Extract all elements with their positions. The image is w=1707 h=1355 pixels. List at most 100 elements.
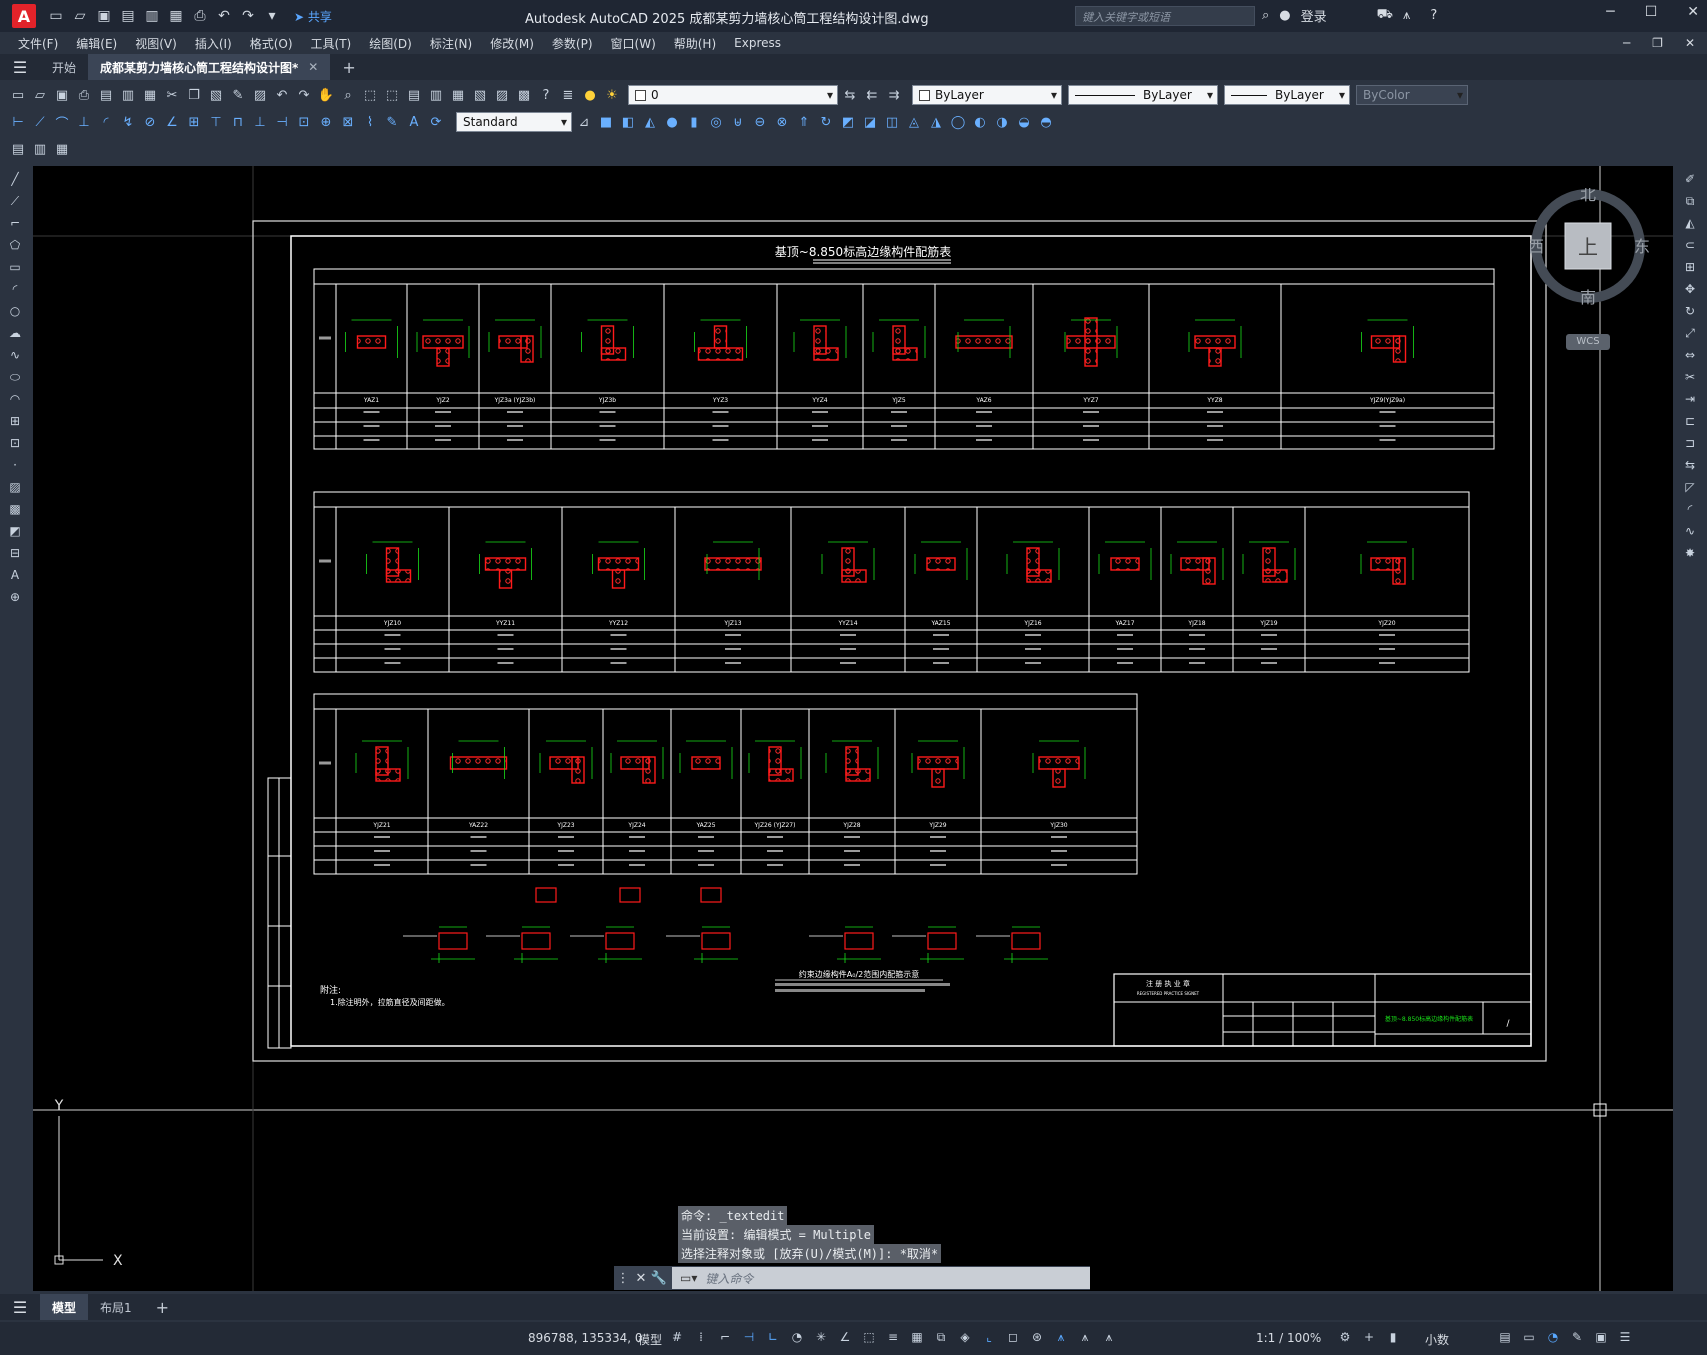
text-edit-icon[interactable]: ▥: [30, 139, 50, 159]
command-input[interactable]: ▭▾ 键入命令: [672, 1267, 1090, 1289]
layer-properties-icon[interactable]: ≣: [558, 85, 578, 105]
polyline-icon[interactable]: ⌐: [5, 214, 25, 232]
properties-icon[interactable]: ▤: [404, 85, 424, 105]
zoom-previous-icon[interactable]: ⬚: [382, 85, 402, 105]
menu-draw[interactable]: 绘图(D): [369, 35, 412, 52]
viewcube[interactable]: 上 北 南 东 西 WCS: [1528, 185, 1650, 350]
trim-icon[interactable]: ✂: [1680, 368, 1700, 386]
dimstyle-manager-icon[interactable]: ⊿: [574, 112, 594, 132]
new-file-icon[interactable]: ▭: [46, 6, 66, 26]
dimbreak-icon[interactable]: ⊣: [272, 112, 292, 132]
sheet-set-icon[interactable]: ▧: [470, 85, 490, 105]
object-snap-tracking-icon[interactable]: ∠: [836, 1328, 854, 1346]
isolate-objects-icon[interactable]: ◔: [1544, 1328, 1562, 1346]
diameter-icon[interactable]: ⊘: [140, 112, 160, 132]
radius-icon[interactable]: ◜: [96, 112, 116, 132]
chamfer-icon[interactable]: ◸: [1680, 478, 1700, 496]
layer-dropdown[interactable]: 0: [628, 85, 838, 105]
ordinate-icon[interactable]: ⊥: [74, 112, 94, 132]
zoom-window-icon[interactable]: ⬚: [360, 85, 380, 105]
linetype-dropdown[interactable]: ByLayer: [1068, 85, 1218, 105]
doc-minimize-icon[interactable]: ─: [1623, 36, 1630, 50]
viewcube-north[interactable]: 北: [1580, 185, 1596, 204]
circle-icon[interactable]: ○: [5, 302, 25, 320]
point-icon[interactable]: ·: [5, 456, 25, 474]
orbit-icon[interactable]: ◒: [1014, 112, 1034, 132]
tab-document[interactable]: 成都某剪力墙核心筒工程结构设计图* ✕: [88, 54, 331, 80]
mtext-icon[interactable]: A: [5, 566, 25, 584]
construction-line-icon[interactable]: ⟋: [5, 192, 25, 210]
subtract-icon[interactable]: ⊖: [750, 112, 770, 132]
user-icon[interactable]: ●: [1279, 8, 1290, 23]
tab-model[interactable]: 模型: [40, 1294, 89, 1320]
share-button[interactable]: ➤ 共享: [294, 8, 332, 25]
menu-icon[interactable]: ☰: [0, 58, 40, 77]
setup-drawing-icon[interactable]: ◬: [904, 112, 924, 132]
rectangle-icon[interactable]: ▭: [5, 258, 25, 276]
jogged-linear-icon[interactable]: ⌇: [360, 112, 380, 132]
explode-icon[interactable]: ✸: [1680, 544, 1700, 562]
interfere-icon[interactable]: ◫: [882, 112, 902, 132]
table-icon[interactable]: ▤: [8, 139, 28, 159]
save-icon[interactable]: ▣: [52, 85, 72, 105]
search-input[interactable]: 键入关键字或短语: [1075, 6, 1255, 26]
torus-icon[interactable]: ◎: [706, 112, 726, 132]
save-as-icon[interactable]: ▤: [118, 6, 138, 26]
snap-icon[interactable]: ⁞: [692, 1328, 710, 1346]
sphere-icon[interactable]: ●: [662, 112, 682, 132]
menu-window[interactable]: 窗口(W): [611, 35, 656, 52]
plot-icon[interactable]: ▦: [166, 6, 186, 26]
chevron-down-icon[interactable]: ▾: [262, 6, 282, 26]
menu-view[interactable]: 视图(V): [135, 35, 177, 52]
open-icon[interactable]: ▱: [30, 85, 50, 105]
linear-dim-icon[interactable]: ⊢: [8, 112, 28, 132]
layer-walk-icon[interactable]: ▦: [52, 139, 72, 159]
autodesk-app-icon[interactable]: ⩚: [1403, 8, 1410, 23]
spline-icon[interactable]: ∿: [5, 346, 25, 364]
wedge-icon[interactable]: ◧: [618, 112, 638, 132]
workspace-gear-icon[interactable]: ⚙: [1336, 1328, 1354, 1346]
union-icon[interactable]: ⊎: [728, 112, 748, 132]
print-icon[interactable]: ⎙: [190, 6, 210, 26]
tolerance-icon[interactable]: ⊡: [294, 112, 314, 132]
drag-handle-icon[interactable]: ⋮: [614, 1271, 632, 1286]
join-icon[interactable]: ⇆: [1680, 456, 1700, 474]
3d-osnap-icon[interactable]: ◈: [956, 1328, 974, 1346]
plotstyle-dropdown[interactable]: ByColor: [1356, 85, 1468, 105]
break-at-point-icon[interactable]: ⊏: [1680, 412, 1700, 430]
stretch-icon[interactable]: ⇔: [1680, 346, 1700, 364]
offset-icon[interactable]: ⊂: [1680, 236, 1700, 254]
array-icon[interactable]: ⊞: [1680, 258, 1700, 276]
zoom-realtime-icon[interactable]: ⌕: [338, 85, 358, 105]
viewcube-top[interactable]: 上: [1578, 235, 1598, 259]
selection-cycling-icon[interactable]: ⧉: [932, 1328, 950, 1346]
ellipse-arc-icon[interactable]: ◠: [5, 390, 25, 408]
block-editor-icon[interactable]: ▨: [250, 85, 270, 105]
wcs-button[interactable]: WCS: [1566, 334, 1610, 350]
fillet-icon[interactable]: ◜: [1680, 500, 1700, 518]
grid-icon[interactable]: #: [668, 1328, 686, 1346]
rotate-icon[interactable]: ↻: [1680, 302, 1700, 320]
make-block-icon[interactable]: ⊡: [5, 434, 25, 452]
scale-icon[interactable]: ⤢: [1680, 324, 1700, 342]
lock-ui-icon[interactable]: ▭: [1520, 1328, 1538, 1346]
walk-icon[interactable]: ◓: [1036, 112, 1056, 132]
qnew-icon[interactable]: ▭: [8, 85, 28, 105]
ellipse-icon[interactable]: ⬭: [5, 368, 25, 386]
annotation-scale-icon[interactable]: ⩚: [1100, 1328, 1118, 1346]
cone-icon[interactable]: ◭: [640, 112, 660, 132]
region-icon[interactable]: ◩: [5, 522, 25, 540]
menu-edit[interactable]: 编辑(E): [76, 35, 117, 52]
cart-icon[interactable]: ⛟: [1377, 7, 1393, 24]
hardware-acceleration-icon[interactable]: ✎: [1568, 1328, 1586, 1346]
ortho-icon[interactable]: ∟: [764, 1328, 782, 1346]
paste-icon[interactable]: ▧: [206, 85, 226, 105]
maximize-icon[interactable]: ☐: [1645, 4, 1658, 20]
menu-help[interactable]: 帮助(H): [674, 35, 716, 52]
search-icon[interactable]: ⌕: [1262, 8, 1269, 23]
extend-icon[interactable]: ⇥: [1680, 390, 1700, 408]
menu-format[interactable]: 格式(O): [250, 35, 293, 52]
infer-icon[interactable]: ⌐: [716, 1328, 734, 1346]
viewcube-east[interactable]: 东: [1634, 237, 1650, 256]
pan-icon[interactable]: ✋: [316, 85, 336, 105]
